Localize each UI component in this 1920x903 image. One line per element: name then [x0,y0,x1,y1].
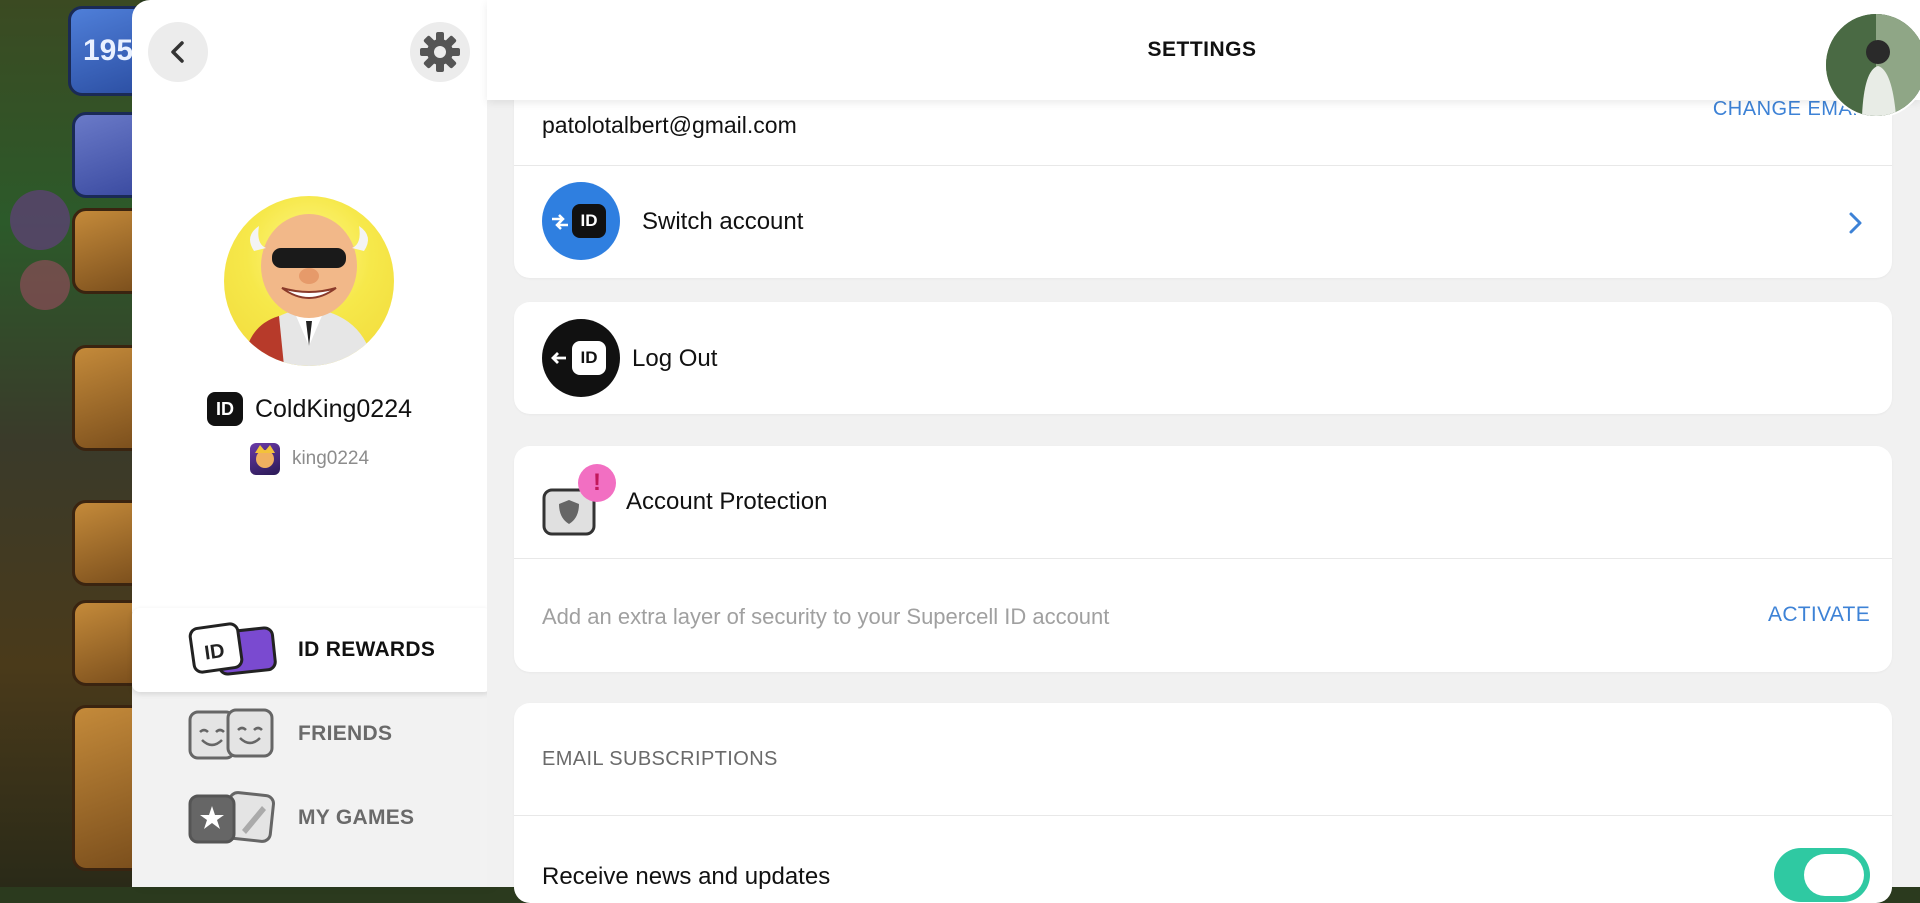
account-protection-title: Account Protection [626,488,828,515]
user-photo-avatar[interactable] [1824,12,1920,118]
settings-header: SETTINGS [487,0,1920,100]
builder-character-icon [244,214,374,366]
logout-icon: ID [542,319,620,397]
game-scenery [10,190,70,250]
username: ColdKing0224 [254,394,413,423]
game-background: 195 [0,0,140,887]
game-tile [72,500,140,586]
chevron-left-icon [171,41,184,63]
switch-account-icon: ID [542,182,620,260]
friends-icon [188,708,274,760]
nav-label: FRIENDS [298,722,393,745]
nav-id-rewards[interactable]: ID ID REWARDS [132,608,492,692]
back-button[interactable] [148,22,208,82]
email-subscriptions-card: EMAIL SUBSCRIPTIONS Receive news and upd… [514,703,1892,903]
email-subscriptions-title: EMAIL SUBSCRIPTIONS [542,748,778,770]
profile-avatar[interactable] [224,196,394,366]
game-tag: king0224 [291,448,370,469]
chevron-right-icon [1849,212,1862,234]
game-tag-row: king0224 [132,443,487,475]
nav-friends[interactable]: FRIENDS [132,692,492,776]
account-protection-description: Add an extra layer of security to your S… [542,604,1110,629]
game-level-badge: 195 [68,6,140,96]
gear-icon [420,32,460,72]
divider [514,815,1892,816]
alert-badge: ! [578,464,616,502]
nav-label: MY GAMES [298,806,415,829]
activate-button[interactable]: ACTIVATE [1768,603,1870,627]
divider [514,558,1892,559]
switch-account-label: Switch account [642,208,804,235]
game-tile [72,600,140,686]
my-games-icon [188,791,275,844]
settings-button[interactable] [410,22,470,82]
account-protection-card: ! Account Protection Add an extra layer … [514,446,1892,672]
page-title: SETTINGS [1147,38,1257,61]
game-tile [72,208,140,294]
toggle-knob [1804,854,1864,896]
settings-main: SETTINGS patolotalbert@gmail.com CHANGE … [487,0,1920,903]
game-scenery [20,260,70,310]
svg-text:ID: ID [203,640,226,665]
news-updates-toggle[interactable] [1774,848,1870,902]
switch-account-row[interactable]: ID Switch account [514,166,1892,278]
nav-label: ID REWARDS [298,638,436,661]
game-tile [72,112,140,198]
id-rewards-icon: ID [188,622,277,676]
game-avatar-icon [249,443,280,475]
game-tile [72,705,140,871]
id-icon-text: ID [572,341,606,375]
logout-row[interactable]: ID Log Out [514,302,1892,414]
game-chat-tile [72,345,140,451]
nav-my-games[interactable]: MY GAMES [132,776,492,860]
profile-side-panel: ID ColdKing0224 king0224 ID ID REWARDS F… [132,0,492,887]
supercell-id-icon: ID [206,392,243,426]
id-icon-text: ID [572,204,606,238]
account-email: patolotalbert@gmail.com [542,112,797,138]
logout-label: Log Out [632,345,718,372]
username-row: ID ColdKing0224 [132,392,487,426]
